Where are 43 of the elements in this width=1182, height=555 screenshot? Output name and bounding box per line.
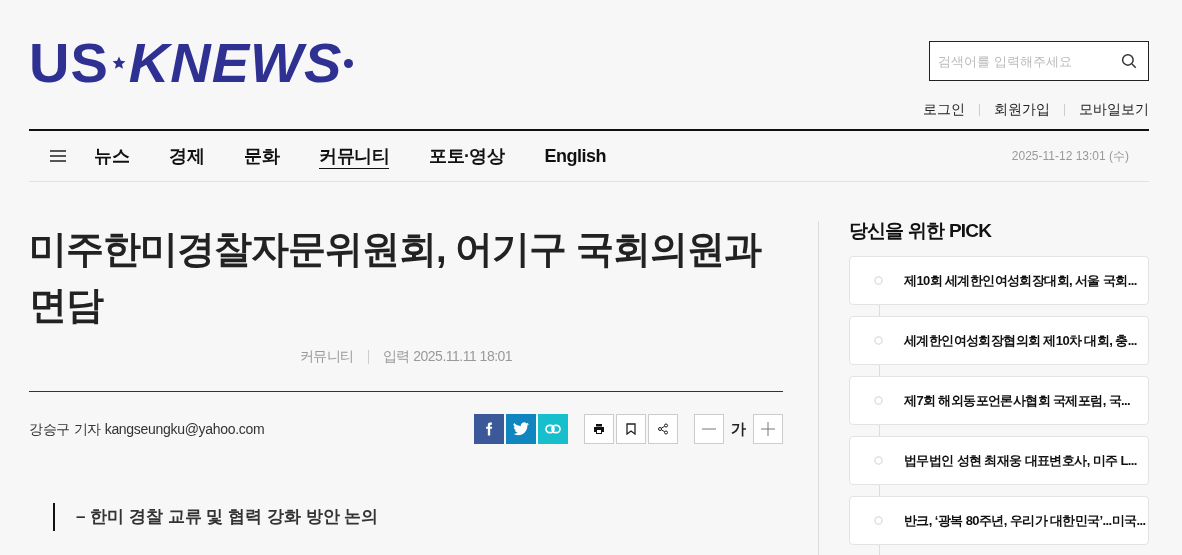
circle-icon [874, 516, 883, 525]
font-size-label: 가 [731, 418, 746, 439]
bookmark-button[interactable] [616, 414, 646, 444]
search-field[interactable]: 검색어를 입력해주세요 [929, 41, 1149, 81]
nav-tab[interactable]: 커뮤니티 [319, 143, 389, 169]
sidebar-title: 당신을 위한 PICK [849, 219, 993, 243]
link-icon [545, 424, 561, 434]
nav-tab[interactable]: English [544, 143, 606, 169]
menu-icon[interactable] [50, 149, 66, 163]
nav-tab[interactable]: 경제 [169, 143, 204, 169]
bookmark-icon [626, 423, 636, 435]
facebook-share-button[interactable] [474, 414, 504, 444]
circle-icon [874, 456, 883, 465]
printer-icon [593, 423, 605, 435]
pick-article-card[interactable]: 법무법인 성현 최재웅 대표변호사, 미주 L... [849, 436, 1149, 485]
plus-icon [761, 422, 775, 436]
bird-icon [513, 422, 529, 436]
nav-tab[interactable]: 문화 [244, 143, 279, 169]
header-link[interactable]: 모바일보기 [1079, 99, 1149, 120]
current-date: 2025-11-12 13:01 (수) [1011, 148, 1129, 165]
article-subtitle: – 한미 경찰 교류 및 협력 강화 방안 논의 [76, 506, 380, 528]
print-button[interactable] [584, 414, 614, 444]
pick-article-card[interactable]: 반크, ‘광복 80주년, 우리가 대한민국’...미국... [849, 496, 1149, 545]
pick-article-card[interactable]: 세계한인여성회장협의회 제10차 대회, 충... [849, 316, 1149, 365]
publish-date: 입력 2025.11.11 18:01 [382, 347, 513, 366]
circle-icon [874, 396, 883, 405]
header-link[interactable]: 회원가입 [994, 99, 1050, 120]
nav-tab[interactable]: 포토·영상 [429, 143, 505, 169]
nav-tab[interactable]: 뉴스 [94, 143, 129, 169]
share-button[interactable] [648, 414, 678, 444]
article-section: 커뮤니티 [299, 346, 354, 367]
search-icon[interactable] [1120, 52, 1138, 70]
article-title: 미주한미경찰자문위원회, 어기구 국회의원과 면담 [29, 227, 763, 328]
pick-article-card[interactable]: 제7회 해외동포언론사협회 국제포럼, 국... [849, 376, 1149, 425]
circle-icon [874, 336, 883, 345]
byline: 강승구 기자 kangseungku@yahoo.com [29, 419, 265, 439]
share-icon [657, 423, 669, 435]
pick-article-card[interactable]: 제10회 세계한인여성회장대회, 서울 국회... [849, 256, 1149, 305]
site-logo[interactable]: US KNEWS [29, 36, 354, 90]
header-link[interactable]: 로그인 [923, 99, 965, 120]
circle-icon [874, 276, 883, 285]
twitter-share-button[interactable] [506, 414, 536, 444]
minus-icon [702, 428, 716, 430]
